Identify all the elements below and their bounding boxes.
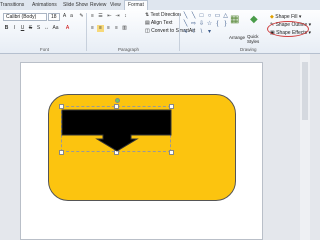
align-text-button[interactable]: ▤ Align Text [145,20,172,27]
tab-slide-show[interactable]: Slide Show [63,1,88,10]
line-shape-icon[interactable]: ╲ [182,21,189,28]
text-direction-button[interactable]: ⇅ Text Direction [145,12,181,19]
font-group-label: Font [40,47,50,52]
down-arrow-callout-shape[interactable] [61,109,173,153]
grow-font-icon[interactable]: A [61,13,68,20]
font-size-select[interactable]: 18 [48,13,60,21]
bullets-icon[interactable]: ≡ [89,13,96,20]
columns-icon[interactable]: ▥ [121,25,128,32]
font-size-value: 18 [51,14,57,20]
shape-fill-label: Shape Fill [275,14,298,20]
line-shape-icon[interactable]: \ [198,29,205,36]
triangle-shape-icon[interactable]: △ [222,13,229,20]
quick-styles-icon[interactable]: ◆ [250,13,258,27]
align-left-icon[interactable]: ≡ [89,25,96,32]
paragraph-group-label: Paragraph [118,47,140,52]
more-shapes-icon[interactable]: ▾ [206,29,213,36]
oval-shape-icon[interactable]: ○ [206,13,213,20]
tab-review[interactable]: Review [90,1,106,10]
arrow-shape-icon[interactable]: ⇨ [190,21,197,28]
ribbon: Calibri (Body) 18 A a ✎ B I U S S ↔ Aa A… [0,10,320,54]
divider [86,13,87,51]
arrange-button[interactable]: Arrange [229,34,245,41]
bold-icon[interactable]: B [3,25,10,32]
font-name-value: Calibri (Body) [6,14,37,20]
drawing-group-label: Drawing [240,47,257,52]
clear-formatting-icon[interactable]: ✎ [78,13,85,20]
shadow-icon[interactable]: S [35,25,42,32]
italic-icon[interactable]: I [11,25,18,32]
shape-fill-button[interactable]: ◆ Shape Fill ▾ [270,14,301,21]
brace-shape-icon[interactable]: } [222,21,229,28]
underline-icon[interactable]: U [19,25,26,32]
tab-transitions[interactable]: Transitions [0,1,24,10]
shapes-gallery[interactable]: ╲ ╲ □ ○ ▭ △ ╲ ⇨ ⇩ ☆ { } ∿ \ \ ▾ [182,13,228,38]
rotate-handle[interactable] [115,98,120,103]
shrink-font-icon[interactable]: a [68,13,75,20]
font-color-icon[interactable]: A [64,25,71,32]
justify-icon[interactable]: ≡ [113,25,120,32]
tab-animations[interactable]: Animations [32,1,57,10]
char-spacing-icon[interactable]: ↔ [43,25,50,32]
align-center-icon[interactable]: ≡ [97,25,104,32]
line-spacing-icon[interactable]: ↕ [122,13,129,20]
rectangle-shape-icon[interactable]: □ [198,13,205,20]
divider [179,13,180,51]
strikethrough-icon[interactable]: S [27,25,34,32]
increase-indent-icon[interactable]: ⇥ [114,13,121,20]
change-case-icon[interactable]: Aa [52,25,59,32]
brace-shape-icon[interactable]: { [214,21,221,28]
curve-shape-icon[interactable]: ∿ [182,29,189,36]
scrollbar-thumb[interactable] [302,62,308,120]
line-shape-icon[interactable]: ╲ [182,13,189,20]
line-shape-icon[interactable]: \ [190,29,197,36]
decrease-indent-icon[interactable]: ⇤ [106,13,113,20]
arrange-icon[interactable]: ▦ [230,13,239,27]
text-direction-label: Text Direction [150,12,181,18]
rectangle-shape-icon[interactable]: ▭ [214,13,221,20]
highlight-circle [267,21,309,37]
arrow-shape-icon[interactable]: ⇩ [198,21,205,28]
quick-styles-button[interactable]: Quick Styles [247,34,265,44]
tab-view[interactable]: View [110,1,121,10]
numbering-icon[interactable]: ☰ [97,13,104,20]
font-name-select[interactable]: Calibri (Body) [3,13,47,21]
line-shape-icon[interactable]: ╲ [190,13,197,20]
align-right-icon[interactable]: ≡ [105,25,112,32]
star-shape-icon[interactable]: ☆ [206,21,213,28]
align-text-label: Align Text [150,20,173,26]
